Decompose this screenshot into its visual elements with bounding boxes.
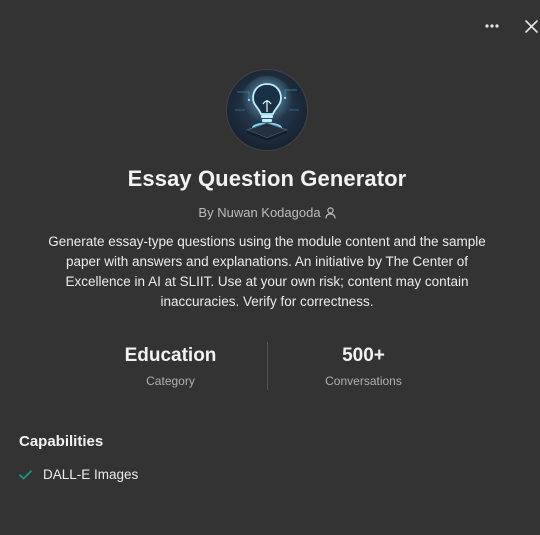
gpt-details-panel: Essay Question Generator By Nuwan Kodago… bbox=[0, 0, 540, 535]
more-options-button[interactable] bbox=[478, 12, 506, 40]
person-icon bbox=[324, 207, 336, 222]
gpt-avatar bbox=[227, 70, 307, 150]
close-button[interactable] bbox=[517, 12, 540, 40]
capabilities-heading: Capabilities bbox=[19, 433, 104, 450]
stat-value: Education bbox=[124, 345, 217, 366]
stat-label: Conversations bbox=[325, 374, 402, 388]
capability-item: DALL-E Images bbox=[19, 467, 138, 482]
gpt-stats: Education Category 500+ Conversations bbox=[74, 342, 460, 390]
stat-conversations: 500+ Conversations bbox=[267, 342, 460, 388]
check-icon bbox=[19, 469, 35, 480]
gpt-title: Essay Question Generator bbox=[127, 166, 407, 191]
stat-label: Category bbox=[146, 374, 195, 388]
gpt-author[interactable]: By Nuwan Kodagoda bbox=[0, 205, 534, 222]
gpt-description: Generate essay-type questions using the … bbox=[48, 234, 486, 309]
capability-label: DALL-E Images bbox=[43, 467, 139, 482]
close-icon bbox=[524, 19, 538, 33]
author-name: By Nuwan Kodagoda bbox=[198, 205, 321, 220]
lightbulb-icon bbox=[235, 76, 299, 141]
stat-value: 500+ bbox=[342, 345, 385, 366]
stat-category: Education Category bbox=[74, 342, 267, 388]
ellipsis-icon bbox=[485, 24, 499, 28]
